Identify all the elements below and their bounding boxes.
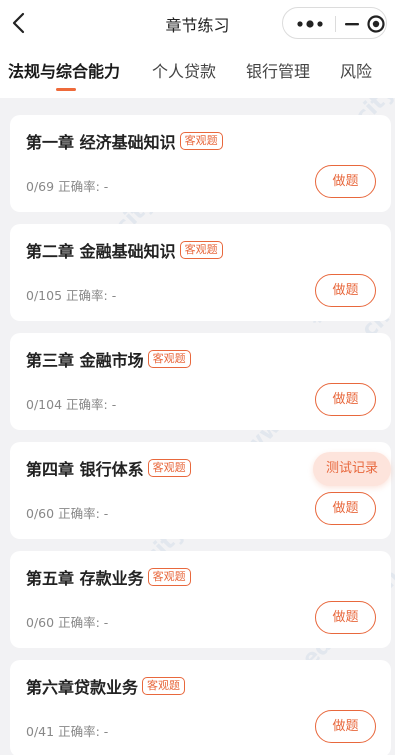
- tab-bank-management[interactable]: 银行管理: [246, 58, 310, 82]
- question-type-tag: 客观题: [147, 568, 191, 586]
- chapter-progress: 0/105 正确率: -: [26, 285, 116, 304]
- question-type-tag: 客观题: [179, 241, 223, 259]
- accuracy-label: 正确率:: [58, 615, 100, 630]
- accuracy-value: -: [103, 506, 109, 521]
- top-nav-bar: 章节练习: [0, 0, 395, 46]
- subject-tabs: 法规与综合能力 个人贷款 银行管理 风险: [0, 46, 395, 98]
- chapter-title-row: 第三章 金融市场 客观题: [26, 347, 191, 371]
- accuracy-value: -: [103, 724, 109, 739]
- close-target-icon[interactable]: [366, 14, 386, 34]
- chapter-title: 第二章 金融基础知识: [26, 242, 176, 261]
- accuracy-label: 正确率:: [66, 288, 108, 303]
- miniprogram-capsule: [282, 7, 387, 39]
- chapter-progress: 0/41 正确率: -: [26, 721, 108, 740]
- chapter-progress: 0/60 正确率: -: [26, 503, 108, 522]
- tabs-fade-edge: [381, 46, 395, 98]
- progress-count: 0/41: [26, 724, 55, 739]
- do-questions-button[interactable]: 做题: [315, 710, 376, 743]
- accuracy-label: 正确率:: [58, 506, 100, 521]
- accuracy-value: -: [103, 179, 109, 194]
- chapter-title: 第一章 经济基础知识: [26, 133, 176, 152]
- chapter-title-row: 第一章 经济基础知识 客观题: [26, 129, 223, 153]
- chapter-card: 第一章 经济基础知识 客观题 0/69 正确率: - 做题: [10, 115, 391, 212]
- chapter-card: 第二章 金融基础知识 客观题 0/105 正确率: - 做题: [10, 224, 391, 321]
- chapter-title: 第三章 金融市场: [26, 351, 144, 370]
- progress-count: 0/105: [26, 288, 63, 303]
- accuracy-label: 正确率:: [58, 724, 100, 739]
- question-type-tag: 客观题: [179, 132, 223, 150]
- accuracy-label: 正确率:: [66, 397, 108, 412]
- chapter-card: 第五章 存款业务 客观题 0/60 正确率: - 做题: [10, 551, 391, 648]
- chapter-title: 第五章 存款业务: [26, 569, 144, 588]
- accuracy-value: -: [103, 615, 109, 630]
- chapter-title-row: 第五章 存款业务 客观题: [26, 565, 191, 589]
- chapter-title-row: 第六章贷款业务 客观题: [26, 674, 186, 698]
- minimize-icon[interactable]: [344, 16, 360, 32]
- progress-count: 0/60: [26, 506, 55, 521]
- progress-count: 0/60: [26, 615, 55, 630]
- more-dots-icon[interactable]: [295, 19, 325, 29]
- progress-count: 0/104: [26, 397, 63, 412]
- chapter-title: 第四章 银行体系: [26, 460, 144, 479]
- chapter-card: 第三章 金融市场 客观题 0/104 正确率: - 做题: [10, 333, 391, 430]
- do-questions-button[interactable]: 做题: [315, 274, 376, 307]
- do-questions-button[interactable]: 做题: [315, 601, 376, 634]
- do-questions-button[interactable]: 做题: [315, 492, 376, 525]
- accuracy-label: 正确率:: [58, 179, 100, 194]
- accuracy-value: -: [111, 397, 117, 412]
- chapter-progress: 0/69 正确率: -: [26, 176, 108, 195]
- chapter-card: 第六章贷款业务 客观题 0/41 正确率: - 做题: [10, 660, 391, 755]
- tab-personal-loan[interactable]: 个人贷款: [152, 58, 216, 82]
- tab-regulations[interactable]: 法规与综合能力: [8, 58, 120, 82]
- capsule-divider: [335, 16, 336, 32]
- tab-risk[interactable]: 风险: [340, 58, 372, 82]
- do-questions-button[interactable]: 做题: [315, 165, 376, 198]
- accuracy-value: -: [111, 288, 117, 303]
- do-questions-button[interactable]: 做题: [315, 383, 376, 416]
- chapter-title-row: 第四章 银行体系 客观题: [26, 456, 191, 480]
- chapter-progress: 0/60 正确率: -: [26, 612, 108, 631]
- question-type-tag: 客观题: [142, 677, 186, 695]
- active-tab-indicator: [56, 88, 76, 91]
- chapter-title-row: 第二章 金融基础知识 客观题: [26, 238, 223, 262]
- question-type-tag: 客观题: [147, 350, 191, 368]
- test-record-button[interactable]: 测试记录: [313, 452, 391, 486]
- chapter-title: 第六章贷款业务: [26, 678, 139, 697]
- chapter-progress: 0/104 正确率: -: [26, 394, 116, 413]
- question-type-tag: 客观题: [147, 459, 191, 477]
- progress-count: 0/69: [26, 179, 55, 194]
